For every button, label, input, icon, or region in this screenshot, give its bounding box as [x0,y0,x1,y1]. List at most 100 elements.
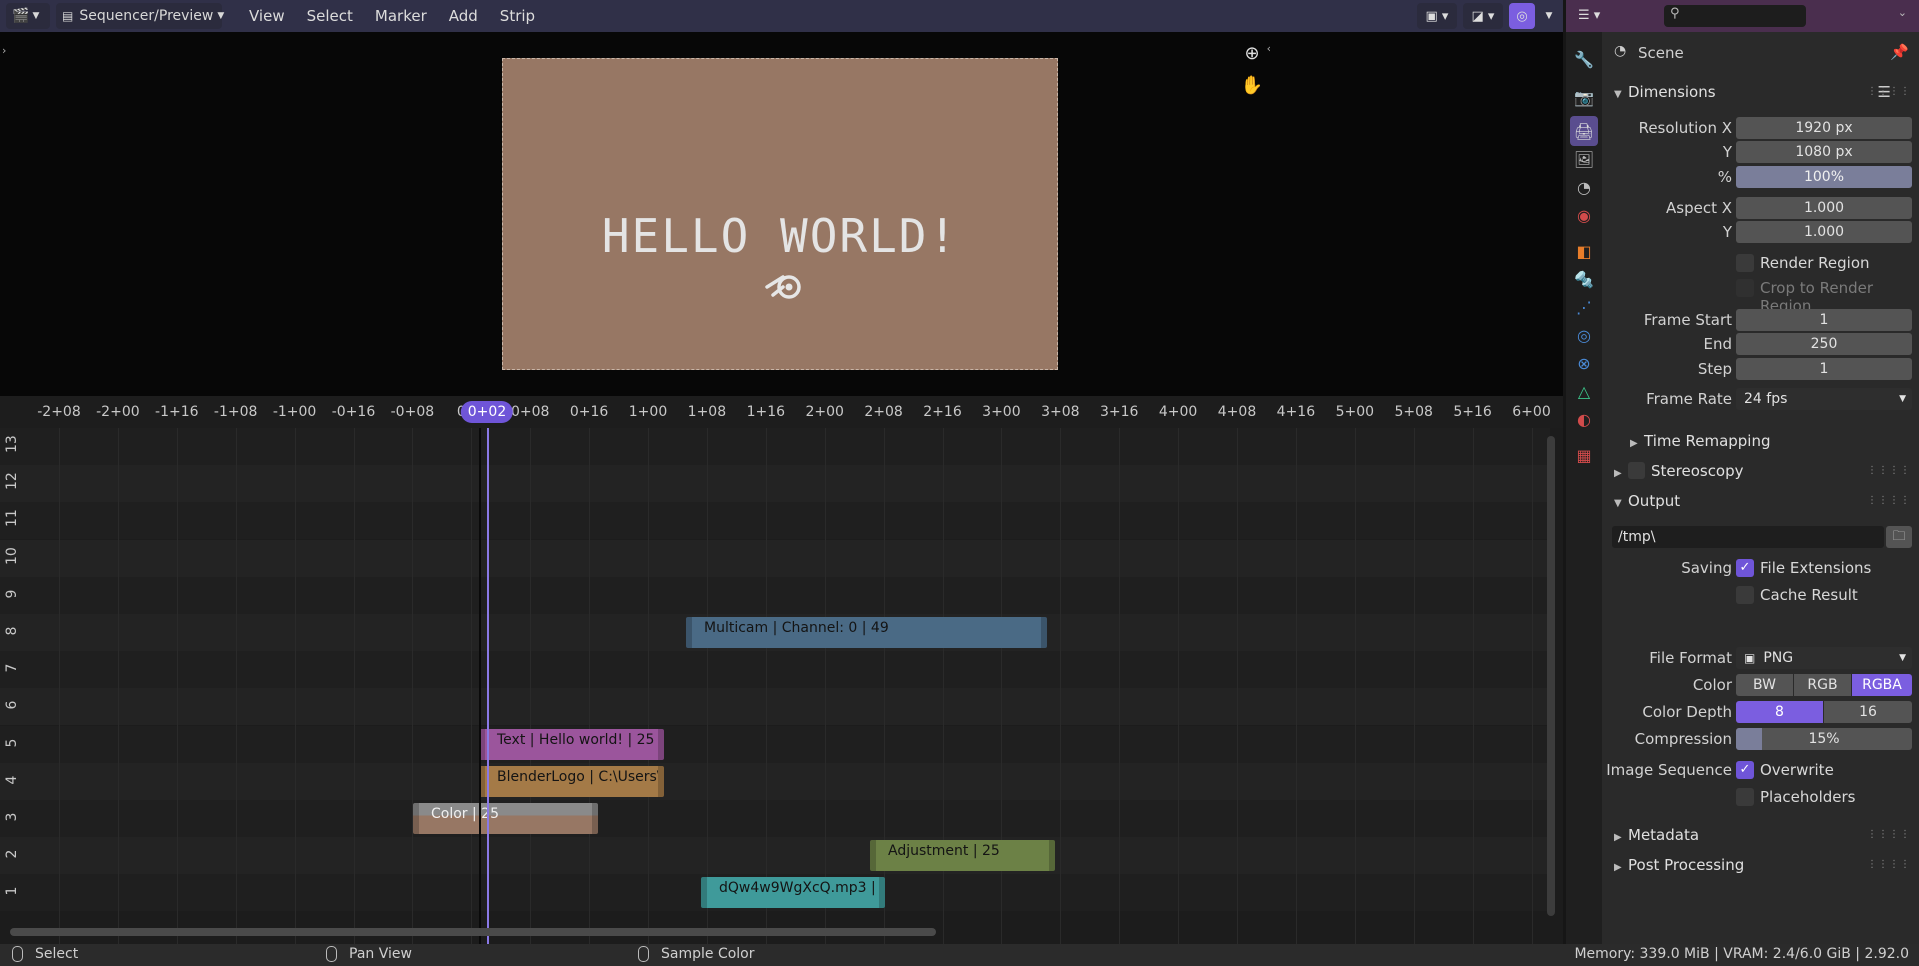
horizontal-scrollbar[interactable] [10,928,936,936]
sequencer-strip[interactable]: Adjustment | 25 [870,840,1055,872]
channel-number-label: 9 [4,589,20,599]
drag-handle-icon[interactable]: ⋮⋮⋮⋮ [1867,495,1911,506]
render-region-checkbox[interactable] [1736,254,1754,272]
overwrite-checkbox[interactable]: ✓ [1736,761,1754,779]
data-tab-icon[interactable]: △ [1570,376,1598,406]
output-section-header[interactable]: ▼ Output [1614,492,1680,510]
menu-view[interactable]: View [238,0,296,32]
properties-options-chevron[interactable]: ⌄ [1898,6,1907,19]
color-bw-button[interactable]: BW [1736,674,1793,696]
sequencer-strip[interactable]: dQw4w9WgXcQ.mp3 | [701,877,885,909]
material-tab-icon[interactable]: ◐ [1570,404,1598,434]
frame-rate-dropdown[interactable]: 24 fps ▼ [1736,388,1912,410]
frame-start-field[interactable]: 1 [1736,309,1912,331]
output-path-row: /tmp\ 🗀 [1602,525,1919,550]
time-remapping-header[interactable]: ▶ Time Remapping [1630,432,1771,450]
channel-row[interactable]: 10 [0,539,1550,577]
current-frame-badge[interactable]: 0+02 [460,401,514,423]
display-channels-dropdown[interactable]: ◪ ▾ [1463,3,1503,29]
sequencer-strip[interactable]: Multicam | Channel: 0 | 49 [686,617,1047,648]
pin-icon[interactable]: 📌 [1890,43,1909,61]
collapse-arrow-icon: ▶ [1614,832,1622,843]
resolution-x-row: Resolution X 1920 px [1602,116,1919,141]
resolution-y-field[interactable]: 1080 px [1736,141,1912,163]
channel-row[interactable]: 9 [0,576,1550,614]
overlays-toggle[interactable]: ◎ [1509,3,1535,29]
sequencer-tracks[interactable]: 1 2 3 4 5 6 7 8 9 10 11 12 13 Multicam | Channel: 0 |… [0,428,1563,944]
channel-row[interactable]: 2 [0,837,1550,875]
sequencer-strip[interactable]: BlenderLogo | C:\Users\ [479,765,664,797]
view-type-dropdown[interactable]: ▤ Sequencer/Preview ▼ [56,3,224,29]
sidebar-toggle-arrow[interactable]: › [2,44,6,57]
file-format-dropdown[interactable]: ▣ PNG ▼ [1736,647,1912,669]
playhead-line[interactable] [487,428,489,944]
placeholders-checkbox[interactable] [1736,788,1754,806]
world-tab-icon[interactable]: ◉ [1570,200,1598,230]
aspect-x-field[interactable]: 1.000 [1736,197,1912,219]
file-extensions-checkbox[interactable]: ✓ [1736,559,1754,577]
display-mode-dropdown[interactable]: ▣ ▾ [1417,3,1457,29]
menu-add[interactable]: Add [438,0,489,32]
channel-row[interactable]: 3 [0,800,1550,837]
stereoscopy-checkbox[interactable] [1628,462,1645,479]
scene-tab-icon[interactable]: ◔ [1570,172,1598,202]
tool-tab-icon[interactable]: 🔧 [1570,44,1598,74]
color-depth-8-button[interactable]: 8 [1736,701,1823,723]
preview-area[interactable]: › HELLO WORLD! ⊕ ✋ ‹ [0,32,1563,396]
resolution-x-field[interactable]: 1920 px [1736,117,1912,139]
pan-hand-icon[interactable]: ✋ [1239,72,1265,98]
channel-row[interactable]: 12 [0,465,1550,503]
particles-tab-icon[interactable]: ⋰ [1570,292,1598,322]
overlays-dropdown[interactable]: ▼ [1541,3,1557,29]
timeline-ruler[interactable]: -2+08-2+00-1+16-1+08-1+00-0+16-0+0800+08… [0,396,1563,428]
stereoscopy-section-header[interactable]: ▶ Stereoscopy [1614,462,1744,480]
color-rgb-button[interactable]: RGB [1794,674,1851,696]
sequencer-strip[interactable]: Color | 25 [413,803,598,834]
channel-number-label: 11 [4,509,20,528]
post-processing-section-header[interactable]: ▶ Post Processing [1614,856,1744,874]
sequencer-strip[interactable]: Text | Hello world! | 25 [479,728,664,760]
channel-row[interactable]: 13 [0,428,1550,465]
metadata-section-header[interactable]: ▶ Metadata [1614,826,1699,844]
color-rgba-button[interactable]: RGBA [1852,674,1912,696]
drag-handle-icon[interactable]: ⋮⋮⋮⋮ [1867,829,1911,840]
properties-editor-type-button[interactable]: ☰ ▾ [1578,3,1618,29]
drag-handle-icon[interactable]: ⋮⋮⋮⋮ [1867,859,1911,870]
output-tab-icon[interactable]: 🖨 [1570,116,1598,146]
zoom-icon[interactable]: ⊕ [1239,40,1265,66]
color-depth-16-button[interactable]: 16 [1824,701,1912,723]
physics-tab-icon[interactable]: ◎ [1570,320,1598,350]
object-tab-icon[interactable]: ◧ [1570,236,1598,266]
vertical-scrollbar[interactable] [1547,436,1555,916]
aspect-y-field[interactable]: 1.000 [1736,221,1912,243]
resolution-percent-field[interactable]: 100% [1736,166,1912,188]
output-path-field[interactable]: /tmp\ [1612,526,1884,548]
menu-strip[interactable]: Strip [489,0,546,32]
render-tab-icon[interactable]: 📷 [1570,82,1598,112]
view-layer-tab-icon[interactable]: 🖼 [1570,144,1598,174]
editor-type-button[interactable]: 🎬 ▼ [6,3,50,29]
frame-step-field[interactable]: 1 [1736,358,1912,380]
cache-result-checkbox[interactable] [1736,586,1754,604]
modifier-tab-icon[interactable]: 🔩 [1570,264,1598,294]
compression-slider[interactable]: 15% [1736,728,1912,750]
menu-select[interactable]: Select [296,0,364,32]
frame-end-field[interactable]: 250 [1736,333,1912,355]
channel-row[interactable]: 7 [0,651,1550,689]
menu-marker[interactable]: Marker [364,0,438,32]
dimensions-section-header[interactable]: ▼ Dimensions [1614,83,1716,101]
channel-row[interactable]: 11 [0,502,1550,540]
channel-row[interactable]: 5 [0,725,1550,763]
ruler-tick-label: 4+00 [1158,404,1198,420]
drag-handle-icon[interactable]: ⋮⋮⋮⋮ [1867,86,1911,97]
channel-row[interactable]: 6 [0,688,1550,726]
channel-row[interactable]: 4 [0,762,1550,800]
drag-handle-icon[interactable]: ⋮⋮⋮⋮ [1867,465,1911,476]
texture-tab-icon[interactable]: ▦ [1570,440,1598,470]
constraints-tab-icon[interactable]: ⊗ [1570,348,1598,378]
folder-icon[interactable]: 🗀 [1886,526,1912,548]
properties-search-input[interactable]: ⚲ [1664,5,1806,27]
sidebar-toggle-arrow-right[interactable]: ‹ [1267,42,1271,55]
channel-number-label: 2 [4,849,20,859]
grid-line [412,428,414,944]
